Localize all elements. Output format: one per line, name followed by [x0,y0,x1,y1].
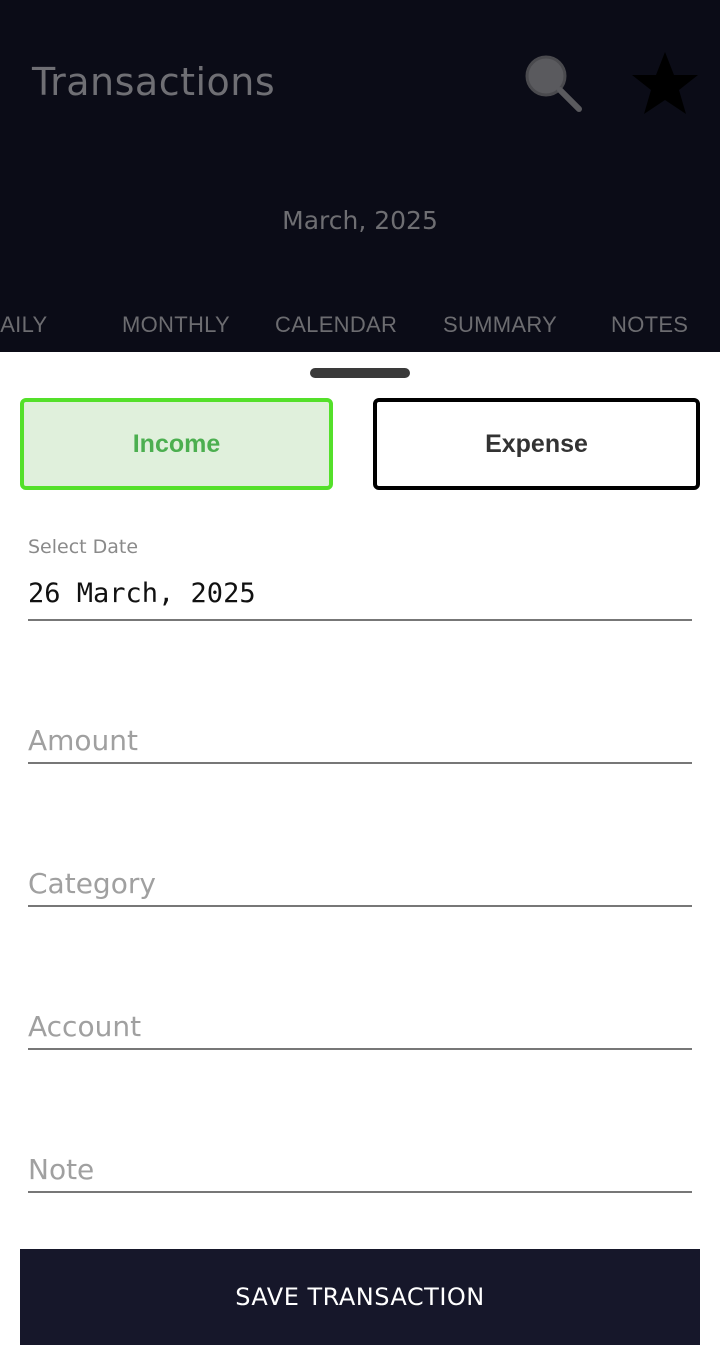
amount-field[interactable] [28,720,692,760]
app-background: Transactions March, 2025 DAILY MONTHLY C… [0,0,720,352]
expense-button[interactable]: Expense [373,398,700,490]
tab-monthly[interactable]: MONTHLY [122,312,230,338]
category-field[interactable] [28,863,692,903]
star-icon[interactable] [630,48,700,118]
category-field-underline [28,905,692,907]
sheet-drag-handle[interactable] [310,368,410,378]
date-field-underline [28,619,692,621]
add-transaction-sheet: Income Expense Select Date 26 March, 202… [0,352,720,1361]
save-transaction-button[interactable]: SAVE TRANSACTION [20,1249,700,1345]
page-title: Transactions [32,60,276,104]
date-field-label: Select Date [28,536,139,558]
tab-summary[interactable]: SUMMARY [443,312,557,338]
account-field[interactable] [28,1006,692,1046]
tab-notes[interactable]: NOTES [611,312,688,338]
search-icon[interactable] [520,52,584,116]
account-field-underline [28,1048,692,1050]
note-field[interactable] [28,1149,692,1189]
date-field[interactable]: 26 March, 2025 [28,578,256,609]
income-button[interactable]: Income [20,398,333,490]
tab-calendar[interactable]: CALENDAR [275,312,397,338]
month-label: March, 2025 [282,206,438,235]
tab-daily[interactable]: DAILY [0,312,47,338]
amount-field-underline [28,762,692,764]
tab-bar: DAILY MONTHLY CALENDAR SUMMARY NOTES [0,312,720,342]
note-field-underline [28,1191,692,1193]
